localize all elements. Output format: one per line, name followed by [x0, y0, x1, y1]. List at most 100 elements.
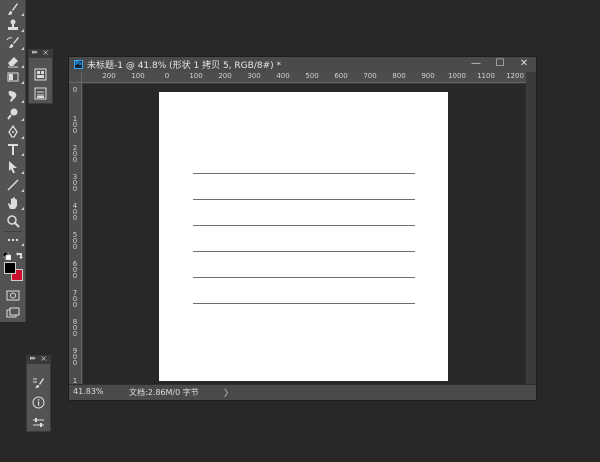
ruler-tick-label: 400 — [72, 202, 78, 222]
ruler-tick-label: 700 — [363, 72, 377, 80]
path-selection-tool[interactable] — [0, 158, 26, 176]
photoshop-workspace: ▸▸ × ▸▸ × Ps 未标题-1 @ 41.8% (形状 1 拷贝 5, RGB… — [0, 0, 600, 462]
document-title: 未标题-1 @ 41.8% (形状 1 拷贝 5, RGB/8#) * — [87, 61, 281, 71]
hand-tool[interactable] — [0, 194, 26, 212]
shape-line[interactable] — [193, 251, 415, 252]
ruler-tick-label: 200 — [72, 144, 78, 164]
shape-line[interactable] — [193, 173, 415, 174]
info-panel-button[interactable] — [27, 392, 50, 412]
panel-dock-bottom: ▸▸ × — [26, 354, 51, 432]
type-icon — [8, 144, 18, 155]
gradient-icon — [7, 72, 19, 82]
stamp-tool[interactable] — [0, 16, 26, 34]
layer-comps-icon — [33, 417, 44, 427]
status-menu-arrow[interactable]: 〉 — [224, 386, 233, 399]
ruler-tick-label: 1200 — [506, 72, 524, 80]
properties-panel-button[interactable] — [29, 64, 52, 84]
document-canvas[interactable] — [159, 92, 448, 381]
ruler-tick-label: 700 — [72, 289, 78, 309]
ruler-tick-label: 300 — [247, 72, 261, 80]
ruler-tick-label: 100 — [131, 72, 145, 80]
dock-header[interactable]: ▸▸ × — [27, 354, 50, 364]
history-brush-tool[interactable] — [0, 34, 26, 52]
quick-mask-icon — [6, 290, 20, 301]
vertical-scrollbar[interactable] — [525, 83, 536, 385]
zoom-icon — [7, 215, 20, 228]
eraser-icon — [8, 57, 18, 68]
brush-settings-panel-button[interactable] — [27, 372, 50, 392]
swap-colors-icon[interactable] — [15, 251, 24, 260]
ruler-tick-label: 1000 — [448, 72, 466, 80]
line-tool[interactable] — [0, 176, 26, 194]
adjustments-icon — [34, 87, 47, 99]
document-window: Ps 未标题-1 @ 41.8% (形状 1 拷贝 5, RGB/8#) * —… — [68, 56, 537, 401]
foreground-color-swatch[interactable] — [4, 262, 16, 274]
close-icon[interactable]: × — [42, 48, 49, 57]
ruler-tick-label: 0 — [164, 72, 170, 80]
ruler-tick-label: 900 — [72, 347, 78, 367]
ruler-tick-label: 600 — [334, 72, 348, 80]
photoshop-icon: Ps — [74, 60, 83, 69]
properties-icon — [34, 68, 47, 80]
ruler-tick-label: 200 — [218, 72, 232, 80]
line-icon — [7, 179, 19, 191]
blur-icon — [8, 91, 17, 102]
tools-panel — [0, 0, 26, 322]
ruler-tick-label: 100 — [72, 115, 78, 135]
info-icon — [32, 396, 45, 408]
document-tab[interactable]: Ps 未标题-1 @ 41.8% (形状 1 拷贝 5, RGB/8#) * —… — [69, 57, 536, 72]
ruler-tick-label: 500 — [305, 72, 319, 80]
history-brush-icon — [6, 37, 19, 48]
panel-dock-top: ▸▸ × — [28, 48, 53, 104]
pen-tool[interactable] — [0, 123, 26, 141]
ruler-tick-label: 500 — [72, 231, 78, 251]
ruler-tick-label: 1100 — [477, 72, 495, 80]
gradient-tool[interactable] — [0, 68, 26, 86]
close-button[interactable]: ✕ — [512, 57, 536, 72]
screen-mode-button[interactable] — [0, 304, 26, 322]
brush-icon — [8, 3, 18, 15]
document-size-info: 文档:2.86M/0 字节 — [129, 388, 199, 397]
shape-line[interactable] — [193, 277, 415, 278]
zoom-tool[interactable] — [0, 212, 26, 230]
collapse-icon[interactable]: ▸▸ — [32, 48, 38, 56]
ruler-tick-label: 800 — [392, 72, 406, 80]
layer-comps-panel-button[interactable] — [27, 412, 50, 432]
ruler-tick-label: 100 — [189, 72, 203, 80]
dock-header[interactable]: ▸▸ × — [29, 48, 52, 58]
default-colors-icon[interactable] — [3, 252, 11, 260]
zoom-level[interactable]: 41.83% — [73, 387, 104, 396]
hand-icon — [8, 197, 17, 209]
more-icon — [7, 238, 19, 242]
shape-line[interactable] — [193, 199, 415, 200]
minimize-button[interactable]: — — [464, 57, 488, 72]
adjustments-panel-button[interactable] — [29, 83, 52, 103]
ruler-tick-label: 400 — [276, 72, 290, 80]
canvas-area[interactable] — [83, 84, 526, 385]
status-bar: 41.83% 文档:2.86M/0 字节 〉 — [69, 384, 536, 400]
pen-icon — [8, 125, 18, 138]
ruler-tick-label: 300 — [72, 173, 78, 193]
path-select-icon — [9, 161, 17, 173]
brush-settings-icon — [33, 377, 44, 388]
dodge-icon — [7, 108, 18, 120]
ruler-origin[interactable] — [69, 72, 82, 83]
vertical-ruler[interactable]: 0 100 200 300 400 500 600 700 800 900 1 — [69, 83, 82, 385]
ruler-tick-label: 800 — [72, 318, 78, 338]
screen-mode-icon — [6, 307, 20, 318]
type-tool[interactable] — [0, 140, 26, 158]
quick-mask-button[interactable] — [0, 286, 26, 304]
edit-toolbar[interactable] — [0, 230, 26, 248]
dodge-tool[interactable] — [0, 105, 26, 123]
maximize-button[interactable]: ☐ — [488, 57, 512, 72]
collapse-icon[interactable]: ▸▸ — [30, 354, 36, 362]
ruler-tick-label: 900 — [421, 72, 435, 80]
stamp-icon — [8, 19, 18, 30]
close-icon[interactable]: × — [40, 354, 47, 363]
shape-line[interactable] — [193, 225, 415, 226]
blur-tool[interactable] — [0, 87, 26, 105]
ruler-tick-label: 0 — [72, 86, 78, 94]
ruler-tick-label: 600 — [72, 260, 78, 280]
shape-line[interactable] — [193, 303, 415, 304]
horizontal-ruler[interactable]: 200 100 0 100 200 300 400 500 600 700 800 900 1000 11… — [82, 72, 526, 83]
